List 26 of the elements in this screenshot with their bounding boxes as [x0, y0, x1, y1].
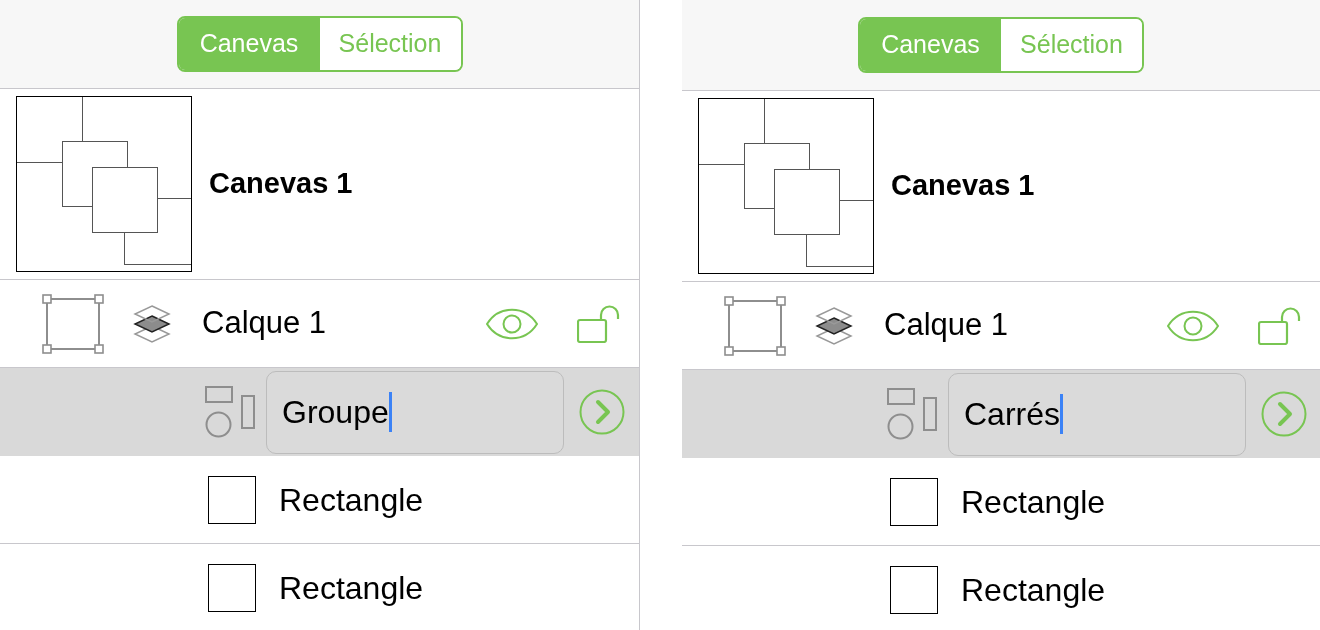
open-padlock-icon[interactable]	[577, 304, 621, 343]
layer-name: Calque 1	[202, 304, 327, 343]
selection-frame-icon	[42, 293, 104, 354]
text-cursor-icon	[1060, 394, 1063, 434]
canvas-name: Canevas 1	[891, 168, 1035, 204]
text-cursor-icon	[388, 392, 392, 432]
layers-icon	[133, 303, 171, 344]
layers-icon	[815, 305, 853, 346]
list-row[interactable]: Carrés	[682, 370, 1320, 458]
list-row[interactable]: Groupe	[0, 368, 639, 456]
square-icon	[208, 475, 256, 524]
open-padlock-icon[interactable]	[1258, 306, 1302, 345]
name-field[interactable]: Carrés	[948, 372, 1246, 456]
layer-name: Calque 1	[884, 306, 1009, 345]
chevron-circle-icon[interactable]	[579, 389, 625, 435]
chevron-circle-icon[interactable]	[1261, 391, 1307, 437]
square-icon	[890, 477, 938, 526]
name-field[interactable]: Groupe	[266, 370, 564, 454]
item-name: Rectangle	[961, 482, 1106, 522]
canvas-name: Canevas 1	[209, 166, 353, 202]
square-icon	[890, 565, 938, 614]
square-icon	[208, 563, 256, 612]
item-name: Rectangle	[279, 480, 424, 520]
item-name: Rectangle	[279, 568, 424, 608]
selection-frame-icon	[724, 295, 786, 356]
item-name: Rectangle	[961, 570, 1106, 610]
